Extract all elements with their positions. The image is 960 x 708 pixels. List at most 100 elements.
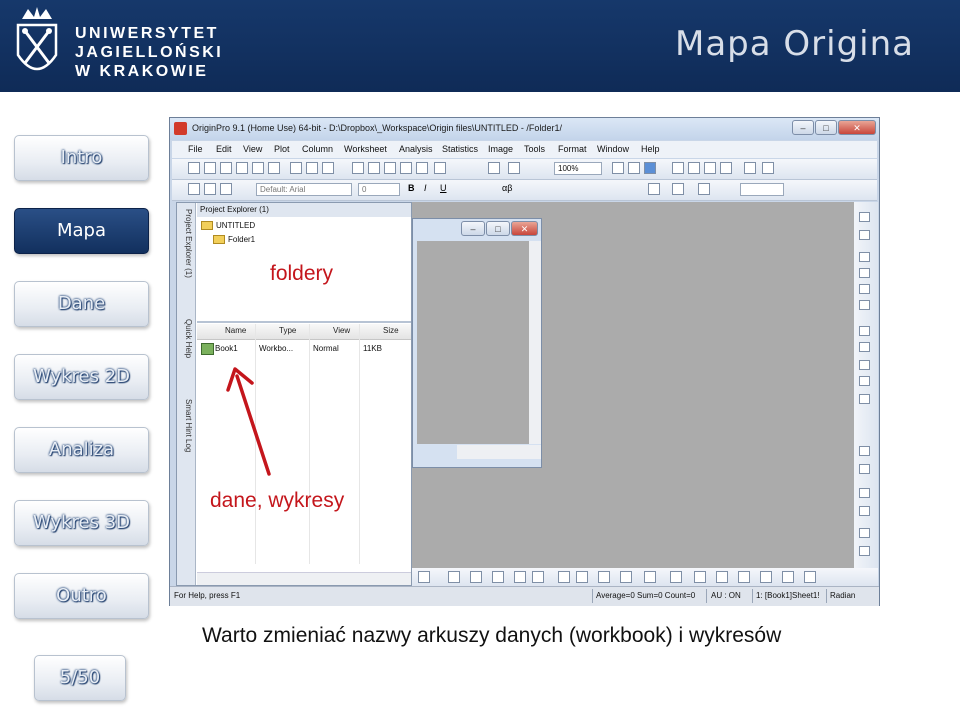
plot-icon[interactable] bbox=[470, 571, 482, 583]
new-graph-icon[interactable] bbox=[220, 162, 232, 174]
arrange-icon[interactable] bbox=[859, 528, 870, 538]
plot-icon[interactable] bbox=[598, 571, 610, 583]
tree-folder1[interactable]: Folder1 bbox=[213, 235, 255, 245]
results-log-icon[interactable] bbox=[688, 162, 700, 174]
print-icon[interactable] bbox=[612, 162, 624, 174]
plot-icon[interactable] bbox=[418, 571, 430, 583]
child-minimize-button[interactable]: – bbox=[461, 221, 485, 236]
arrange-icon[interactable] bbox=[859, 546, 870, 556]
italic-icon[interactable]: I bbox=[424, 183, 436, 195]
fill-color-icon[interactable] bbox=[648, 183, 660, 195]
menu-view[interactable]: View bbox=[243, 144, 262, 154]
menu-image[interactable]: Image bbox=[488, 144, 513, 154]
arrange-icon[interactable] bbox=[859, 488, 870, 498]
plot-icon[interactable] bbox=[738, 571, 750, 583]
import-wizard-icon[interactable] bbox=[434, 162, 446, 174]
copy-icon[interactable] bbox=[204, 183, 216, 195]
tab-project-explorer[interactable]: Project Explorer (1) bbox=[179, 209, 193, 278]
save-icon[interactable] bbox=[368, 162, 380, 174]
new-workbook-icon[interactable] bbox=[204, 162, 216, 174]
greek-icon[interactable]: αβ bbox=[502, 183, 514, 195]
new-matrix-icon[interactable] bbox=[236, 162, 248, 174]
duplicate-icon[interactable] bbox=[644, 162, 656, 174]
plot-icon[interactable] bbox=[644, 571, 656, 583]
horizontal-scrollbar[interactable] bbox=[457, 445, 541, 459]
plot-icon[interactable] bbox=[716, 571, 728, 583]
plot-icon[interactable] bbox=[694, 571, 706, 583]
rescale-icon[interactable] bbox=[508, 162, 520, 174]
nav-button-analiza[interactable]: Analiza bbox=[14, 427, 149, 473]
menu-analysis[interactable]: Analysis bbox=[399, 144, 433, 154]
paste-icon[interactable] bbox=[220, 183, 232, 195]
tab-quick-help[interactable]: Quick Help bbox=[179, 319, 193, 358]
bold-icon[interactable]: B bbox=[408, 183, 420, 195]
minimize-button[interactable]: – bbox=[792, 120, 814, 135]
project-explorer-icon[interactable] bbox=[720, 162, 732, 174]
font-size-select[interactable]: 0 bbox=[358, 183, 400, 196]
plot-icon[interactable] bbox=[670, 571, 682, 583]
zoom-select[interactable]: 100% bbox=[554, 162, 602, 175]
new-layout-icon[interactable] bbox=[268, 162, 280, 174]
open-icon[interactable] bbox=[306, 162, 318, 174]
nav-button-intro[interactable]: Intro bbox=[14, 135, 149, 181]
line-color-icon[interactable] bbox=[698, 183, 710, 195]
menu-worksheet[interactable]: Worksheet bbox=[344, 144, 387, 154]
arrange-icon[interactable] bbox=[859, 464, 870, 474]
plot-icon[interactable] bbox=[532, 571, 544, 583]
nav-button-dane[interactable]: Dane bbox=[14, 281, 149, 327]
new-function-icon[interactable] bbox=[252, 162, 264, 174]
recalculate-icon[interactable] bbox=[488, 162, 500, 174]
col-size[interactable]: Size bbox=[383, 326, 399, 335]
plot-icon[interactable] bbox=[448, 571, 460, 583]
new-project-icon[interactable] bbox=[188, 162, 200, 174]
arrange-icon[interactable] bbox=[859, 506, 870, 516]
workbook-child-window[interactable]: – □ ✕ bbox=[412, 218, 542, 468]
refresh-icon[interactable] bbox=[628, 162, 640, 174]
zoom-icon[interactable] bbox=[859, 230, 870, 240]
command-window-icon[interactable] bbox=[704, 162, 716, 174]
nav-button-wykres-2d[interactable]: Wykres 2D bbox=[14, 354, 149, 400]
plot-icon[interactable] bbox=[558, 571, 570, 583]
layer-icon[interactable] bbox=[859, 300, 870, 310]
vertical-scrollbar[interactable] bbox=[529, 241, 541, 444]
import-ascii-icon[interactable] bbox=[416, 162, 428, 174]
plot-icon[interactable] bbox=[492, 571, 504, 583]
menu-window[interactable]: Window bbox=[597, 144, 629, 154]
plot-icon[interactable] bbox=[804, 571, 816, 583]
axis-icon[interactable] bbox=[859, 376, 870, 386]
cut-icon[interactable] bbox=[188, 183, 200, 195]
open-excel-icon[interactable] bbox=[352, 162, 364, 174]
tab-smart-hint-log[interactable]: Smart Hint Log bbox=[179, 399, 193, 452]
font-select[interactable]: Default: Arial bbox=[256, 183, 352, 196]
plot-icon[interactable] bbox=[620, 571, 632, 583]
line-style-select[interactable] bbox=[740, 183, 784, 196]
plot-icon[interactable] bbox=[760, 571, 772, 583]
message-log-icon[interactable] bbox=[762, 162, 774, 174]
axis-icon[interactable] bbox=[859, 360, 870, 370]
close-button[interactable]: ✕ bbox=[838, 120, 876, 135]
menu-help[interactable]: Help bbox=[641, 144, 660, 154]
axis-icon[interactable] bbox=[859, 326, 870, 336]
axis-icon[interactable] bbox=[859, 342, 870, 352]
col-type[interactable]: Type bbox=[279, 326, 296, 335]
child-close-button[interactable]: ✕ bbox=[511, 221, 538, 236]
menu-statistics[interactable]: Statistics bbox=[442, 144, 478, 154]
tree-root[interactable]: UNTITLED bbox=[201, 221, 255, 231]
code-builder-icon[interactable] bbox=[672, 162, 684, 174]
layer-icon[interactable] bbox=[859, 252, 870, 262]
layer-icon[interactable] bbox=[859, 284, 870, 294]
arrange-icon[interactable] bbox=[859, 446, 870, 456]
axis-icon[interactable] bbox=[859, 394, 870, 404]
nav-button-wykres-3d[interactable]: Wykres 3D bbox=[14, 500, 149, 546]
pattern-icon[interactable] bbox=[672, 183, 684, 195]
maximize-button[interactable]: □ bbox=[815, 120, 837, 135]
col-view[interactable]: View bbox=[333, 326, 350, 335]
export-icon[interactable] bbox=[400, 162, 412, 174]
save-template-icon[interactable] bbox=[384, 162, 396, 174]
graph-legend-icon[interactable] bbox=[744, 162, 756, 174]
layer-icon[interactable] bbox=[859, 268, 870, 278]
plot-icon[interactable] bbox=[576, 571, 588, 583]
plot-icon[interactable] bbox=[514, 571, 526, 583]
open-template-icon[interactable] bbox=[322, 162, 334, 174]
new-notes-icon[interactable] bbox=[290, 162, 302, 174]
